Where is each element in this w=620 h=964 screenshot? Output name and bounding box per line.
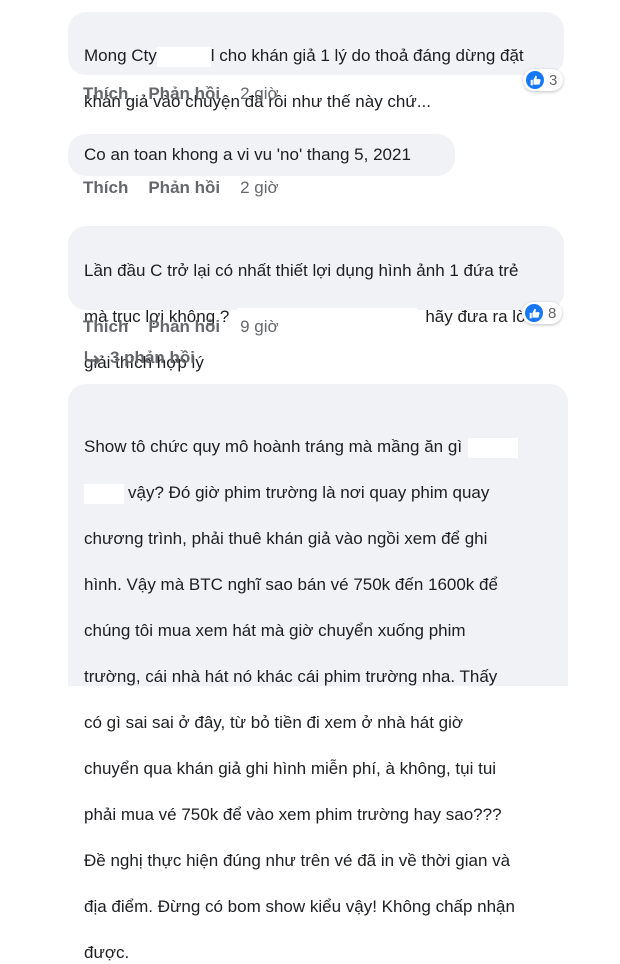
comment-line: chúng tôi mua xem hát mà giờ chuyển xuốn…	[84, 621, 466, 640]
comment-line: vậy? Đó giờ phim trường là nơi quay phim…	[128, 483, 490, 502]
comment-line: Đề nghị thực hiện đúng như trên vé đã in…	[84, 851, 511, 870]
comment-text-part: hãy đưa ra lời	[425, 307, 532, 326]
redaction	[156, 46, 211, 67]
comment-line: hình. Vậy mà BTC nghĩ sao bán vé 750k đế…	[84, 575, 498, 594]
comment-text: Show tô chức quy mô hoành tráng mà mầng …	[84, 412, 552, 964]
comment-line: có gì sai sai ở đây, từ bỏ tiền đi xem ở…	[84, 713, 464, 732]
comment-line: chuyển qua khán giả ghi hình miễn phí, à…	[84, 759, 497, 778]
reaction-count-badge[interactable]: 3	[523, 69, 564, 91]
comment-line: trường, cái nhà hát nó khác cái phim trư…	[84, 667, 498, 686]
redaction	[84, 483, 124, 504]
reply-arrow-icon	[84, 351, 101, 365]
timestamp[interactable]: 2 giờ	[240, 84, 279, 104]
comment-line: Show tô chức quy mô hoành tráng mà mầng …	[84, 437, 463, 456]
comment-bubble-3: Lần đầu C trở lại có nhất thiết lợi dụng…	[68, 226, 564, 372]
comment-line: địa điểm. Đừng có bom show kiểu vậy! Khô…	[84, 897, 515, 916]
comment-actions: Thích Phản hồi 2 giờ	[83, 84, 299, 104]
comment-actions: Thích Phản hồi 2 giờ	[83, 178, 299, 198]
reply-button[interactable]: Phản hồi	[148, 317, 220, 337]
thumbs-up-icon	[525, 304, 543, 322]
reaction-count: 8	[548, 304, 557, 322]
view-replies-link[interactable]: 3 phản hồi	[84, 348, 195, 368]
thumbs-up-icon	[526, 71, 544, 89]
comment-actions: Thích Phản hồi 9 giờ	[83, 317, 299, 337]
like-button[interactable]: Thích	[83, 317, 128, 337]
comment-line: được.	[84, 943, 130, 962]
reaction-count-badge[interactable]: 8	[522, 302, 563, 324]
like-button[interactable]: Thích	[83, 178, 128, 198]
redaction	[468, 437, 519, 458]
comment-text-part: Mong Cty	[84, 46, 157, 65]
replies-count-label: 3 phản hồi	[110, 348, 195, 367]
reply-button[interactable]: Phản hồi	[148, 178, 220, 198]
reply-button[interactable]: Phản hồi	[148, 84, 220, 104]
comment-text: Co an toan khong a vi vu 'no' thang 5, 2…	[84, 145, 411, 164]
comment-text-part: Lần đầu C trở lại có nhất thiết lợi dụng…	[84, 261, 519, 280]
timestamp[interactable]: 2 giờ	[240, 178, 279, 198]
comment-line: phải mua vé 750k để vào xem phim trường …	[84, 805, 502, 824]
comment-text-part: l cho khán giả 1 lý do thoả đáng dừng đặ…	[210, 46, 524, 65]
reaction-count: 3	[549, 71, 558, 89]
comment-bubble-1: Mong Cty l cho khán giả 1 lý do thoả đáng…	[68, 12, 564, 111]
comment-bubble-4: Show tô chức quy mô hoành tráng mà mầng …	[68, 384, 568, 962]
comment-line: chương trình, phải thuê khán giả vào ngồ…	[84, 529, 488, 548]
timestamp[interactable]: 9 giờ	[240, 317, 279, 337]
comment-bubble-2: Co an toan khong a vi vu 'no' thang 5, 2…	[68, 134, 455, 176]
like-button[interactable]: Thích	[83, 84, 128, 104]
